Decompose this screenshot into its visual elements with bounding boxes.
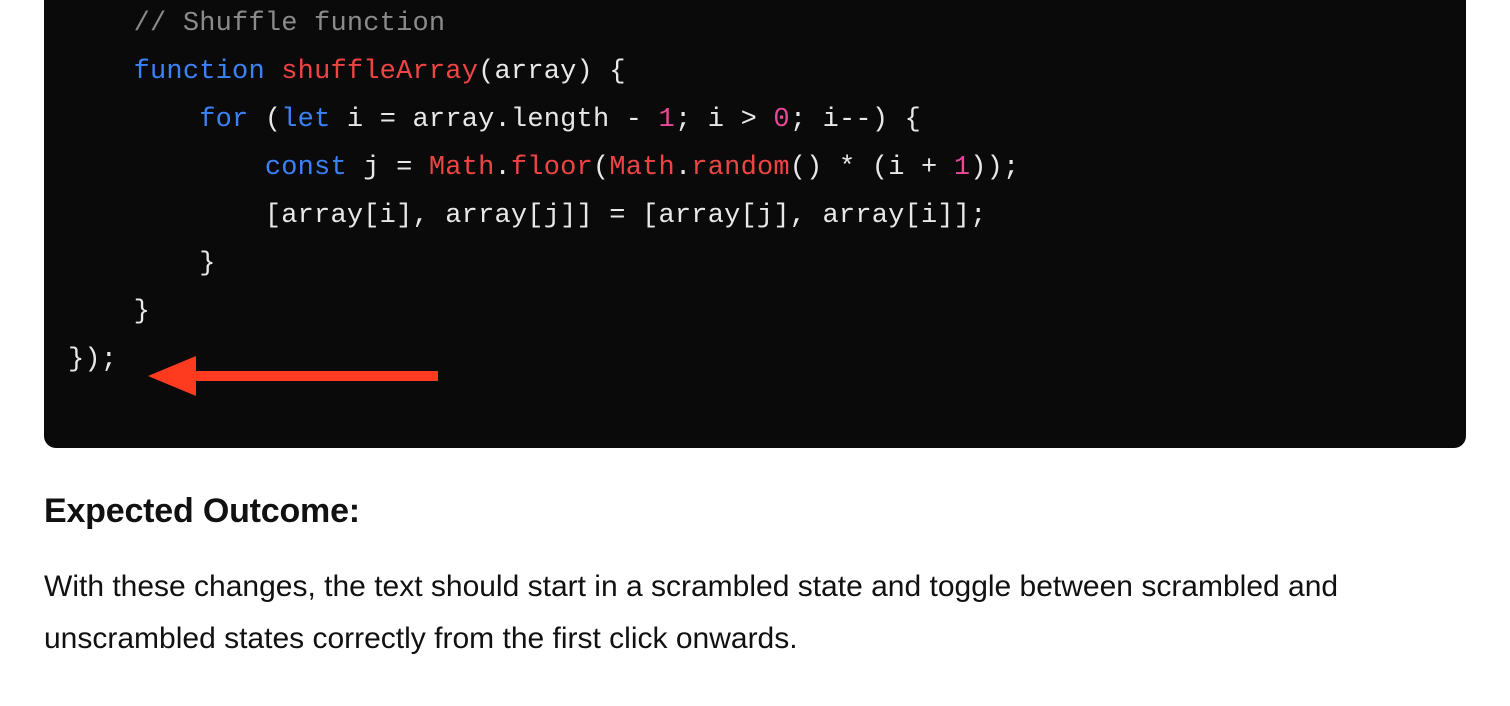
code-content: // Shuffle function function shuffleArra… — [68, 0, 1466, 384]
code-line: } — [68, 297, 150, 327]
code-line: [array[i], array[j]] = [array[j], array[… — [68, 201, 987, 231]
closing-brace: }); — [68, 345, 117, 375]
number-literal: 1 — [642, 105, 675, 135]
keyword-let: let — [281, 105, 330, 135]
code-line: const j = Math.floor(Math.random() * (i … — [68, 153, 1019, 183]
function-params: (array) { — [478, 57, 626, 87]
function-name: shuffleArray — [281, 57, 478, 87]
method-random: random — [691, 153, 789, 183]
code-line: for (let i = array.length - 1; i > 0; i-… — [68, 105, 921, 135]
code-comment: // Shuffle function — [134, 9, 446, 39]
math-object: Math — [412, 153, 494, 183]
prose-section: Expected Outcome: With these changes, th… — [44, 492, 1466, 665]
number-literal: 1 — [937, 153, 970, 183]
expected-outcome-heading: Expected Outcome: — [44, 492, 1466, 531]
code-line: } — [68, 249, 216, 279]
math-object: Math — [609, 153, 675, 183]
swap-statement: [array[i], array[j]] = [array[j], array[… — [265, 201, 987, 231]
code-block: // Shuffle function function shuffleArra… — [44, 0, 1466, 448]
keyword-for: for — [199, 105, 248, 135]
number-literal: 0 — [757, 105, 790, 135]
keyword-function: function — [134, 57, 265, 87]
expected-outcome-paragraph: With these changes, the text should star… — [44, 561, 1466, 665]
keyword-const: const — [265, 153, 347, 183]
code-line: function shuffleArray(array) { — [68, 57, 626, 87]
code-line: // Shuffle function — [68, 9, 445, 39]
method-floor: floor — [511, 153, 593, 183]
code-line: }); — [68, 345, 117, 375]
